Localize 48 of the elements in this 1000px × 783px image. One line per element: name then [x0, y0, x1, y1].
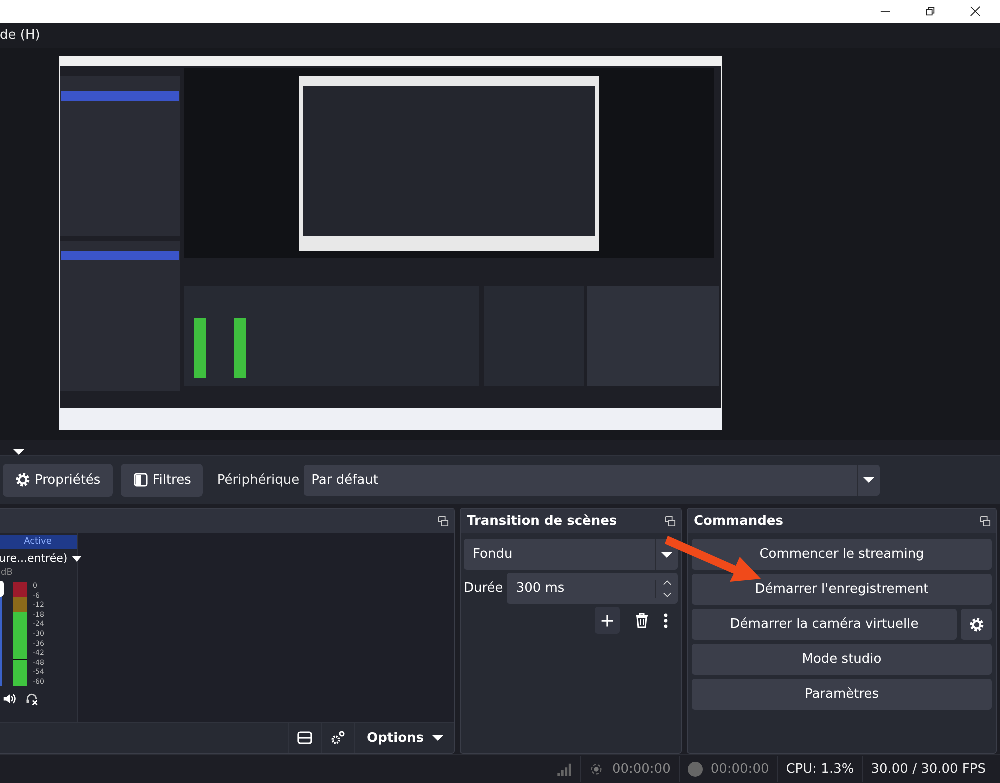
panel-title: Transition de scènes	[467, 514, 618, 528]
options-button[interactable]: Options	[354, 723, 454, 753]
control-button[interactable]: Mode studio	[692, 644, 992, 675]
more-icon[interactable]	[664, 612, 668, 628]
control-button[interactable]: Commencer le streaming	[692, 539, 992, 570]
control-button[interactable]: Démarrer l'enregistrement	[692, 574, 992, 605]
plus-icon	[601, 612, 614, 628]
settings-button[interactable]	[961, 609, 992, 640]
filter-icon	[132, 472, 149, 488]
add-button[interactable]	[595, 607, 620, 634]
control-button[interactable]: Paramètres	[692, 679, 992, 710]
speaker-icon[interactable]	[3, 692, 17, 706]
caret-icon	[432, 735, 444, 741]
volume-readout: dB	[1, 568, 14, 578]
float-icon[interactable]	[665, 516, 676, 526]
caret-icon[interactable]	[72, 556, 82, 562]
signal-icon	[557, 762, 572, 776]
layout-icon	[297, 730, 314, 746]
channel-name: ure...entrée)	[0, 552, 68, 565]
float-icon[interactable]	[438, 516, 449, 526]
duration-label: Durée	[464, 581, 504, 596]
record-timer: 00:00:00	[710, 762, 770, 776]
device-dropdown[interactable]: Par défaut	[304, 464, 880, 496]
gear-icon	[15, 472, 31, 488]
chevron-down-icon[interactable]	[662, 592, 672, 598]
fps-readout: 30.00 / 30.00 FPS	[871, 762, 986, 776]
stream-timer: 00:00:00	[612, 762, 671, 776]
chevron-up-icon[interactable]	[662, 580, 672, 586]
settings-icon	[968, 616, 984, 632]
duration-field[interactable]: 300 ms	[507, 573, 678, 604]
stream-icon	[589, 762, 604, 776]
device-label: Périphérique	[217, 472, 300, 488]
headphones-icon[interactable]	[25, 692, 39, 706]
cpu-usage: CPU: 1.3%	[786, 762, 854, 776]
restore-icon[interactable]	[925, 6, 936, 17]
gears-icon	[330, 730, 346, 746]
record-icon	[688, 762, 703, 776]
trash-icon[interactable]	[634, 612, 650, 628]
filters-button[interactable]: Filtres	[120, 464, 204, 496]
panel-title: Commandes	[694, 514, 784, 528]
channel-status: Active	[0, 535, 77, 549]
close-icon[interactable]	[970, 6, 981, 17]
control-button[interactable]: Démarrer la caméra virtuelle	[692, 609, 957, 640]
transition-dropdown[interactable]: Fondu	[464, 539, 678, 570]
menu-item[interactable]: de (H)	[0, 28, 40, 43]
float-icon[interactable]	[980, 516, 991, 526]
caret-icon	[862, 477, 875, 483]
properties-button[interactable]: Propriétés	[3, 464, 113, 496]
